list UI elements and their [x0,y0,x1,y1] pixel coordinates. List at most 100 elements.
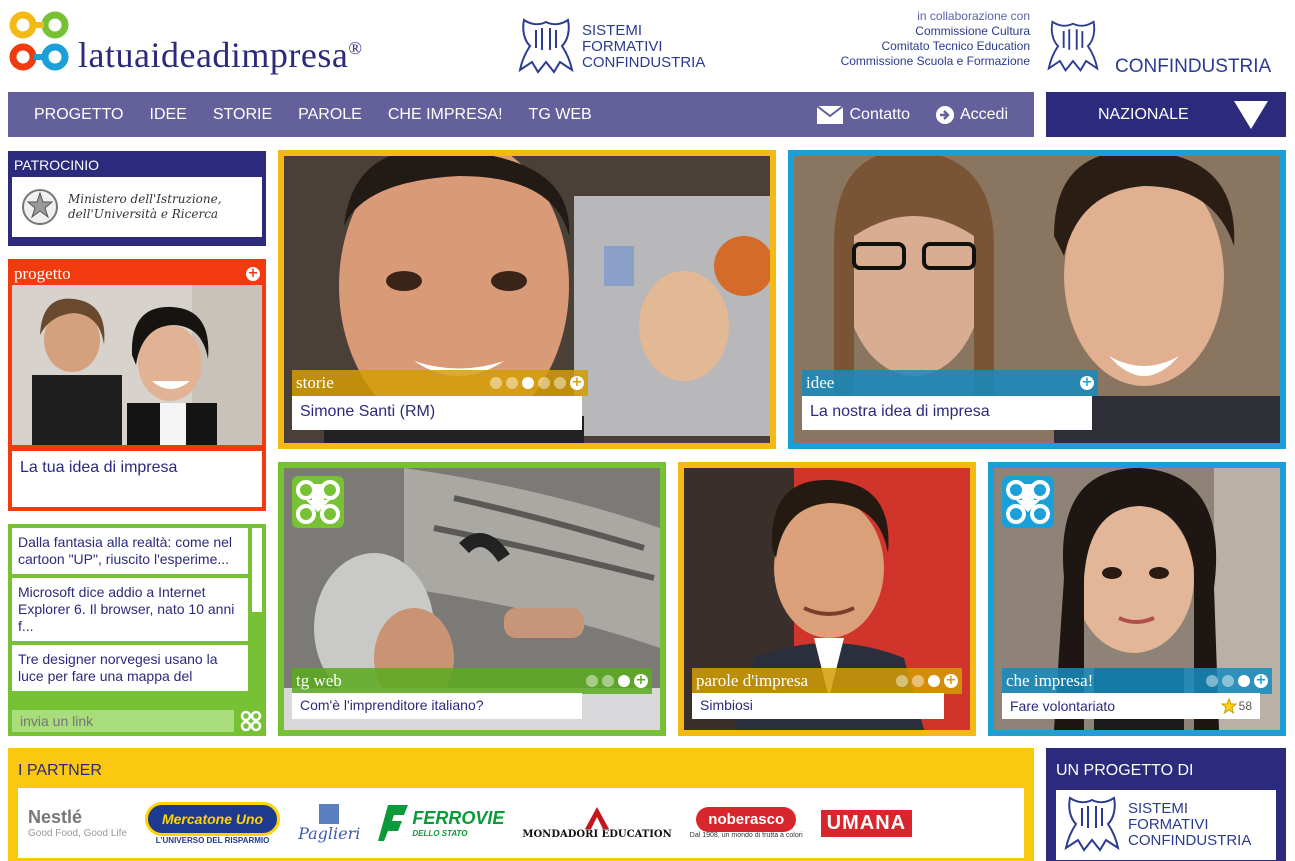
download-icon[interactable] [1002,476,1054,528]
che-impresa-pager[interactable]: + [1206,674,1268,688]
progetto-tile[interactable]: progetto + La tua idea di impresa [8,259,266,511]
sfc-line-1: SISTEMI [582,22,643,39]
nav-item-che-impresa[interactable]: CHE IMPRESA! [388,106,503,124]
envelope-icon [817,105,844,124]
patrocinio-title: PATROCINIO [14,157,100,173]
news-item[interactable]: Tre designer norvegesi usano la luce per… [12,645,248,691]
sfc-line-3: CONFINDUSTRIA [582,54,706,71]
storie-tile[interactable]: storie + Simone Santi (RM) [278,150,776,449]
partner-logo-noberasco[interactable]: noberasco Dal 1908, un mondo di frutta a… [690,807,803,839]
pager-dot[interactable] [912,675,924,687]
pager-dot[interactable] [1206,675,1218,687]
contact-label: Contatto [849,105,910,123]
che-impresa-caption-box[interactable]: Fare volontariato 58 [1002,693,1260,719]
progetto-caption[interactable]: La tua idea di impresa [12,451,262,507]
partner-logo-umana[interactable]: UMANA [820,809,913,837]
pager-dot-active[interactable] [928,675,940,687]
region-select[interactable]: NAZIONALE [1046,92,1286,137]
progetto-photo[interactable] [12,285,262,445]
nav-item-tg-web[interactable]: TG WEB [529,106,592,124]
che-impresa-bar: che impresa! + [1002,668,1272,694]
nav-item-progetto[interactable]: PROGETTO [34,106,124,124]
partner-logo-ferrovie[interactable]: FERROVIE DELLO STATO [378,805,504,841]
plus-icon[interactable]: + [246,267,260,281]
pager-dot[interactable] [538,377,550,389]
star-icon [1220,698,1237,714]
storie-section-label: storie [296,373,334,392]
pager-dot-active[interactable] [1238,675,1250,687]
news-item[interactable]: Microsoft dice addio a Internet Explorer… [12,578,248,641]
plus-icon[interactable]: + [944,674,958,688]
send-link-icon[interactable] [240,710,262,732]
pager-dot-active[interactable] [522,377,534,389]
news-box: Dalla fantasia alla realtà: come nel car… [8,524,266,736]
news-list: Dalla fantasia alla realtà: come nel car… [12,528,248,706]
partner-logo-mercatone[interactable]: Mercatone Uno L'UNIVERSO DEL RISPARMIO [144,801,281,845]
download-icon[interactable] [292,476,344,528]
confindustria-label: CONFINDUSTRIA [1115,56,1272,77]
site-logo-icon[interactable] [8,10,70,72]
plus-icon[interactable]: + [570,376,584,390]
storie-pager[interactable]: + [490,376,584,390]
pager-dot[interactable] [490,377,502,389]
site-brand-name[interactable]: latuaideadimpresa® [78,34,363,76]
parole-section-label: parole d'impresa [696,671,809,690]
main-nav: PROGETTO IDEE STORIE PAROLE CHE IMPRESA!… [8,92,1034,137]
italian-emblem-icon [22,189,58,225]
tg-web-section-label: tg web [296,671,342,690]
contact-link[interactable]: Contatto [817,105,910,124]
collaboration-note: in collaborazione con Commissione Cultur… [790,9,1030,69]
partner-logo-paglieri[interactable]: Paglieri [298,803,360,843]
plus-icon[interactable]: + [1080,376,1094,390]
storie-caption[interactable]: Simone Santi (RM) [292,396,582,430]
nav-item-idee[interactable]: IDEE [150,106,187,124]
news-scrollbar[interactable] [252,528,262,612]
tg-web-caption[interactable]: Com'è l'imprenditore italiano? [292,693,582,719]
plus-icon[interactable]: + [634,674,648,688]
partner-logo-mondadori[interactable]: MONDADORI EDUCATION [522,806,672,840]
pager-dot[interactable] [1222,675,1234,687]
collab-line-2: Comitato Tecnico Education [881,39,1030,53]
students-photo-graphic [12,285,262,445]
plus-icon[interactable]: + [1254,674,1268,688]
tg-web-pager[interactable]: + [586,674,648,688]
region-selected-value: NAZIONALE [1098,105,1189,123]
login-link[interactable]: Accedi [935,105,1008,124]
confindustria-eagle-icon [1047,20,1099,72]
nav-item-parole[interactable]: PAROLE [298,106,362,124]
parole-pager[interactable]: + [896,674,958,688]
collab-lead: in collaborazione con [917,9,1030,23]
un-progetto-line-3: CONFINDUSTRIA [1128,832,1252,849]
news-item[interactable]: Dalla fantasia alla realtà: come nel car… [12,528,248,574]
pager-dot-active[interactable] [618,675,630,687]
miur-line-1: Ministero dell'Istruzione, [68,192,222,206]
un-progetto-title: UN PROGETTO DI [1056,762,1194,779]
sfc-footer-logo[interactable]: SISTEMI FORMATIVI CONFINDUSTRIA [1056,790,1276,860]
storie-bar: storie + [292,370,588,396]
che-impresa-tile[interactable]: che impresa! + Fare volontariato 58 [988,462,1286,736]
parole-caption[interactable]: Simbiosi [692,693,944,719]
pager-dot[interactable] [896,675,908,687]
pager-dot[interactable] [602,675,614,687]
send-link-input[interactable] [12,710,234,732]
pager-dot[interactable] [554,377,566,389]
pager-dot[interactable] [586,675,598,687]
idee-caption[interactable]: La nostra idea di impresa [802,396,1092,430]
login-label: Accedi [959,105,1008,123]
collab-line-3: Commissione Scuola e Formazione [840,54,1030,68]
idee-tile[interactable]: idee + La nostra idea di impresa [788,150,1286,449]
partner-logo-nestle[interactable]: Nestlé Good Food, Good Life [28,807,127,839]
rating-count: 58 [1238,699,1252,713]
partners-strip: Nestlé Good Food, Good Life Mercatone Un… [18,788,1024,858]
partners-title: I PARTNER [18,762,102,779]
confindustria-logo[interactable]: CONFINDUSTRIA [1045,18,1272,77]
sistemi-formativi-logo[interactable]: SISTEMI FORMATIVI CONFINDUSTRIA [516,18,705,76]
parole-tile[interactable]: parole d'impresa + Simbiosi [678,462,976,736]
tg-web-tile[interactable]: tg web + Com'è l'imprenditore italiano? [278,462,666,736]
miur-logo[interactable]: Ministero dell'Istruzione, dell'Universi… [12,177,262,237]
idee-section-label: idee [806,373,835,392]
progetto-title: progetto [14,264,71,283]
nav-item-storie[interactable]: STORIE [213,106,272,124]
che-impresa-section-label: che impresa! [1006,671,1094,690]
pager-dot[interactable] [506,377,518,389]
